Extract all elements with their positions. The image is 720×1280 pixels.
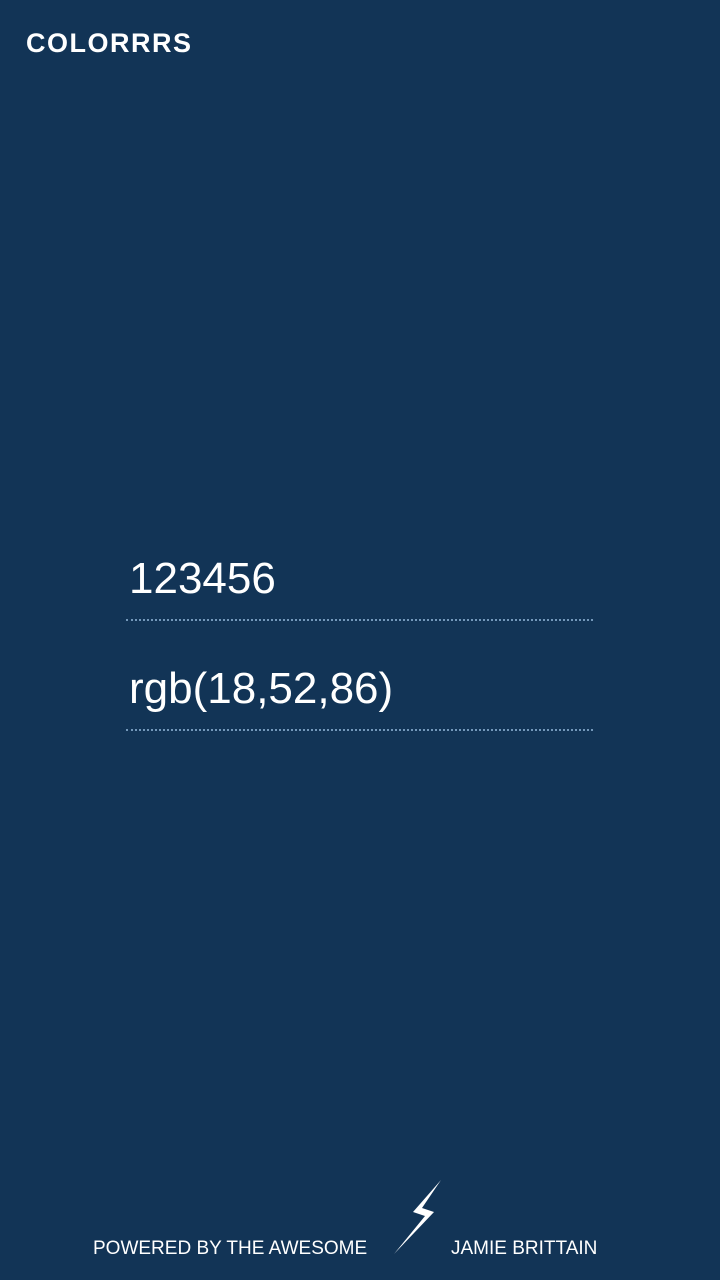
hex-input[interactable] (126, 548, 593, 610)
author-link[interactable]: JAMIE BRITTAIN (451, 1238, 597, 1260)
rgb-input[interactable] (126, 658, 593, 720)
app-title: COLORRRS (26, 28, 193, 58)
hex-field[interactable] (126, 548, 593, 621)
lightning-bolt-icon (394, 1180, 441, 1254)
app-screen: COLORRRS POWERED BY THE AWESOME JAMIE BR… (0, 0, 720, 1280)
footer: POWERED BY THE AWESOME JAMIE BRITTAIN (0, 1176, 720, 1266)
powered-by-text: POWERED BY THE AWESOME (93, 1238, 368, 1259)
rgb-field[interactable] (126, 658, 593, 731)
